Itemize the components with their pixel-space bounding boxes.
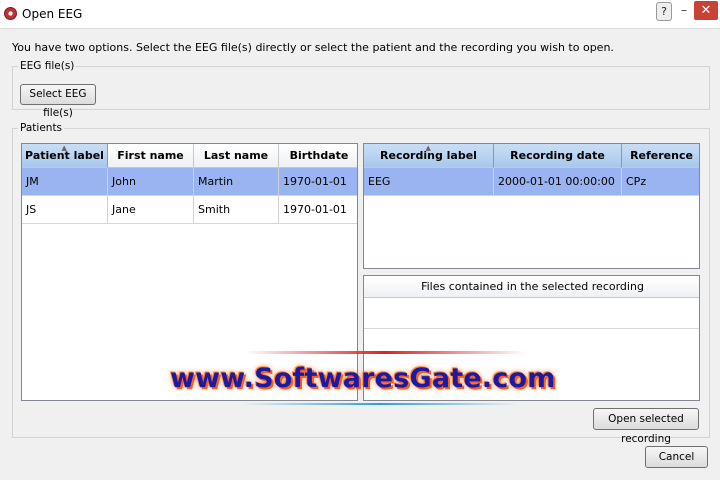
recordings-table: ▲ Recording label Recording date Referen… (363, 143, 700, 269)
app-icon (4, 7, 17, 20)
patient-row[interactable]: JS Jane Smith 1970-01-01 (22, 196, 357, 224)
column-header-recording-label[interactable]: ▲ Recording label (364, 144, 494, 168)
close-button[interactable]: ✕ (694, 1, 718, 20)
reference-cell: CPz (622, 168, 699, 196)
open-selected-recording-button[interactable]: Open selected recording (593, 408, 699, 445)
column-header-last-name[interactable]: Last name (194, 144, 279, 168)
column-header-first-name[interactable]: First name (108, 144, 194, 168)
patient-row[interactable]: JM John Martin 1970-01-01 (22, 168, 357, 196)
last-name-cell: Smith (194, 196, 279, 224)
sort-indicator-icon: ▲ (425, 144, 431, 152)
select-eeg-files-button[interactable]: Select EEG file(s) (20, 84, 96, 119)
patients-label: Patients (18, 122, 65, 134)
column-header-recording-date[interactable]: Recording date (494, 144, 622, 168)
patient-label-cell: JS (22, 196, 108, 224)
eeg-files-label: EEG file(s) (18, 60, 77, 72)
files-header: Files contained in the selected recordin… (364, 276, 699, 298)
first-name-cell: John (108, 168, 194, 196)
instruction-text: You have two options. Select the EEG fil… (12, 41, 614, 54)
help-button[interactable]: ? (656, 2, 672, 21)
recording-label-cell: EEG (364, 168, 494, 196)
column-header-reference[interactable]: Reference (622, 144, 699, 168)
birthdate-cell: 1970-01-01 (279, 168, 357, 196)
birthdate-cell: 1970-01-01 (279, 196, 357, 224)
sort-indicator-icon: ▲ (61, 144, 67, 152)
column-header-patient-label[interactable]: ▲ Patient label (22, 144, 108, 168)
patient-label-cell: JM (22, 168, 108, 196)
watermark-decoration (240, 403, 520, 405)
first-name-cell: Jane (108, 196, 194, 224)
last-name-cell: Martin (194, 168, 279, 196)
watermark-decoration (245, 351, 525, 354)
minimize-button[interactable]: – (681, 2, 689, 18)
window-title: Open EEG (22, 7, 83, 21)
column-header-birthdate[interactable]: Birthdate (279, 144, 357, 168)
cancel-button[interactable]: Cancel (645, 446, 708, 468)
recording-row[interactable]: EEG 2000-01-01 00:00:00 CPz (364, 168, 699, 196)
recording-date-cell: 2000-01-01 00:00:00 (494, 168, 622, 196)
files-row-divider (364, 328, 699, 329)
watermark-text: www.SoftwaresGate.com (170, 363, 556, 394)
title-bar: Open EEG ? – ✕ (0, 0, 720, 29)
eeg-files-group (12, 66, 710, 110)
